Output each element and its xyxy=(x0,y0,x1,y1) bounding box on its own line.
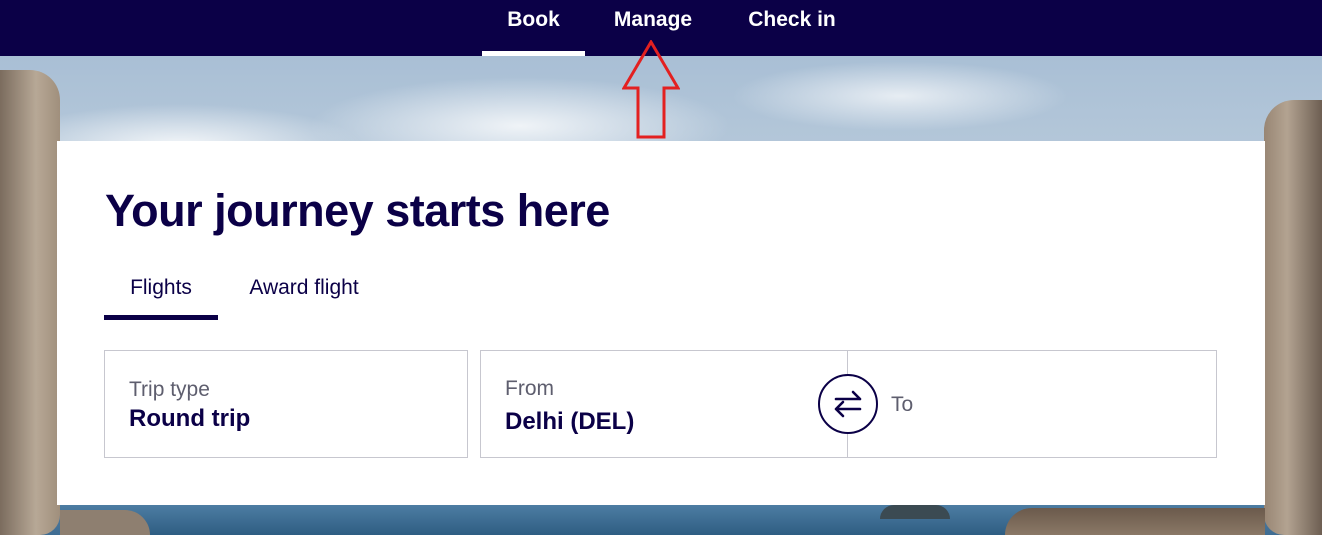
from-value: Delhi (DEL) xyxy=(505,408,635,435)
to-label: To xyxy=(891,393,914,416)
booking-card: Your journey starts here Flights Award f… xyxy=(57,141,1265,505)
rock-right-decoration xyxy=(1264,100,1322,535)
swap-airports-button[interactable] xyxy=(818,374,878,434)
to-field[interactable]: To xyxy=(847,350,1217,458)
swap-arrows-icon xyxy=(834,390,862,418)
shore-left-decoration xyxy=(60,510,150,535)
nav-check-in-label: Check in xyxy=(748,8,836,31)
nav-book-label: Book xyxy=(507,8,560,31)
rock-left-decoration xyxy=(0,70,60,535)
trip-type-selector[interactable]: Trip type Round trip xyxy=(104,350,468,458)
annotation-up-arrow-icon xyxy=(622,40,680,139)
page-title: Your journey starts here xyxy=(105,185,610,236)
tab-award-flight-label: Award flight xyxy=(249,276,359,299)
tab-award-flight[interactable]: Award flight xyxy=(238,276,370,320)
tab-flights-label: Flights xyxy=(130,276,192,299)
nav-active-indicator xyxy=(482,51,585,56)
from-label: From xyxy=(505,377,554,400)
from-field[interactable]: From Delhi (DEL) xyxy=(480,350,848,458)
shore-right-decoration xyxy=(1005,508,1265,535)
islet-decoration xyxy=(880,505,950,519)
trip-type-value: Round trip xyxy=(129,405,251,432)
tab-flights[interactable]: Flights xyxy=(104,276,218,320)
nav-manage-label: Manage xyxy=(613,8,693,31)
trip-type-label: Trip type xyxy=(129,378,210,401)
nav-check-in-tab[interactable]: Check in xyxy=(738,0,846,56)
nav-book-tab[interactable]: Book xyxy=(482,0,585,56)
